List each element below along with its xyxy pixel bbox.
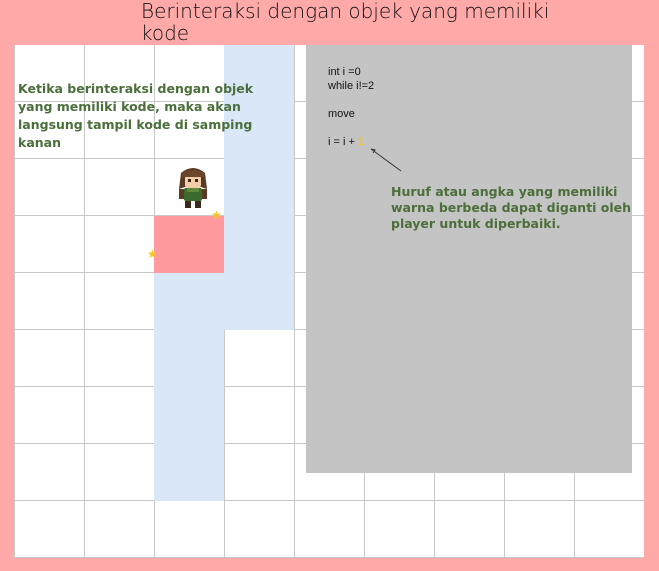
code-panel: int i =0 while i!=2 move i = i + 1 xyxy=(306,45,632,473)
code-block: int i =0 while i!=2 move i = i + 1 xyxy=(328,65,374,149)
code-line-prefix: i = i + xyxy=(328,136,358,148)
code-line: while i!=2 xyxy=(328,80,375,92)
code-line: int i =0 xyxy=(328,66,361,78)
pointer-arrow xyxy=(370,148,402,172)
code-line: move xyxy=(328,108,355,120)
path-connector xyxy=(224,216,294,330)
page-title: Berinteraksi dengan objek yang memiliki … xyxy=(141,0,550,45)
player-character-sprite xyxy=(179,168,207,208)
code-object-tile[interactable] xyxy=(154,216,224,273)
star-icon: ★ xyxy=(147,247,158,261)
editable-hint-note: Huruf atau angka yang memiliki warna ber… xyxy=(391,184,632,231)
interaction-note: Ketika berinteraksi dengan objek yang me… xyxy=(18,81,254,150)
star-icon: ★ xyxy=(211,208,222,222)
